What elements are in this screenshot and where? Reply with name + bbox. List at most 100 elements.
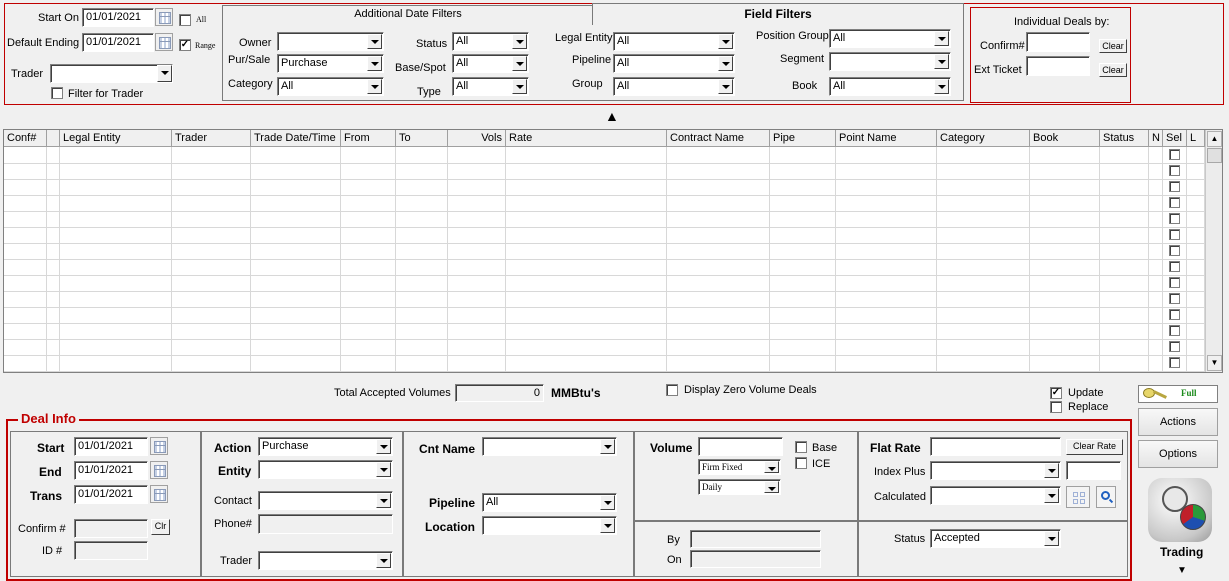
table-row[interactable]: [4, 356, 1205, 372]
legal-entity-filter-dropdown[interactable]: All: [613, 32, 735, 51]
table-row[interactable]: [4, 276, 1205, 292]
deals-grid[interactable]: Conf# Legal Entity Trader Trade Date/Tim…: [3, 129, 1223, 373]
table-row[interactable]: [4, 228, 1205, 244]
row-select-checkbox[interactable]: [1169, 357, 1180, 368]
row-select-checkbox[interactable]: [1169, 325, 1180, 336]
deal-trans-calendar-icon[interactable]: [150, 485, 168, 503]
deal-start-calendar-icon[interactable]: [150, 437, 168, 455]
segment-dropdown[interactable]: [829, 52, 951, 71]
cnt-name-dropdown[interactable]: [482, 437, 617, 456]
start-on-input[interactable]: 01/01/2021: [82, 8, 154, 27]
row-select-checkbox[interactable]: [1169, 149, 1180, 160]
col-vols[interactable]: Vols: [448, 130, 506, 147]
range-checkbox[interactable]: ✓: [179, 39, 191, 51]
group-filter-dropdown[interactable]: All: [613, 77, 735, 96]
type-dropdown[interactable]: All: [452, 77, 529, 96]
col-from[interactable]: From: [341, 130, 396, 147]
col-trade-date[interactable]: Trade Date/Time: [251, 130, 341, 147]
index-plus-dropdown[interactable]: [930, 461, 1061, 480]
base-checkbox[interactable]: [795, 441, 807, 453]
row-select-checkbox[interactable]: [1169, 245, 1180, 256]
col-category[interactable]: Category: [937, 130, 1030, 147]
deal-trans-input[interactable]: 01/01/2021: [74, 485, 148, 504]
status-filter-dropdown[interactable]: All: [452, 32, 529, 51]
col-l[interactable]: L: [1187, 130, 1205, 147]
table-row[interactable]: [4, 308, 1205, 324]
display-zero-checkbox[interactable]: [666, 384, 678, 396]
table-row[interactable]: [4, 180, 1205, 196]
pursale-dropdown[interactable]: Purchase: [277, 54, 384, 73]
ext-ticket-input[interactable]: [1026, 56, 1090, 76]
ice-checkbox[interactable]: [795, 457, 807, 469]
firm-type-dropdown[interactable]: Firm Fixed: [698, 459, 781, 475]
table-row[interactable]: [4, 244, 1205, 260]
col-sel[interactable]: Sel: [1163, 130, 1187, 147]
table-row[interactable]: [4, 164, 1205, 180]
start-on-calendar-icon[interactable]: [155, 8, 173, 26]
trading-down-icon[interactable]: ▼: [1177, 565, 1187, 576]
action-dropdown[interactable]: Purchase: [258, 437, 393, 456]
row-select-checkbox[interactable]: [1169, 181, 1180, 192]
basespot-dropdown[interactable]: All: [452, 54, 529, 73]
col-blank[interactable]: [47, 130, 60, 147]
table-row[interactable]: [4, 196, 1205, 212]
trader-filter-dropdown-arrow[interactable]: [154, 65, 172, 82]
table-row[interactable]: [4, 324, 1205, 340]
col-trader[interactable]: Trader: [172, 130, 251, 147]
deal-trader-dropdown[interactable]: [258, 551, 393, 570]
row-select-checkbox[interactable]: [1169, 341, 1180, 352]
col-rate[interactable]: Rate: [506, 130, 667, 147]
tab-additional-date-filters[interactable]: Additional Date Filters: [222, 5, 594, 23]
all-checkbox[interactable]: [179, 14, 191, 26]
table-row[interactable]: [4, 260, 1205, 276]
collapse-filters-icon[interactable]: ▲: [605, 108, 619, 124]
col-n[interactable]: N: [1149, 130, 1163, 147]
scroll-up-icon[interactable]: ▲: [1207, 131, 1222, 147]
update-checkbox[interactable]: ✓: [1050, 387, 1062, 399]
category-dropdown[interactable]: All: [277, 77, 384, 96]
default-ending-input[interactable]: 01/01/2021: [82, 33, 154, 52]
col-point-name[interactable]: Point Name: [836, 130, 937, 147]
formula-grid-icon[interactable]: [1066, 486, 1090, 508]
col-legal-entity[interactable]: Legal Entity: [60, 130, 172, 147]
col-conf[interactable]: Conf#: [4, 130, 47, 147]
deal-end-input[interactable]: 01/01/2021: [74, 461, 148, 480]
entity-dropdown[interactable]: [258, 460, 393, 479]
row-select-checkbox[interactable]: [1169, 277, 1180, 288]
row-select-checkbox[interactable]: [1169, 309, 1180, 320]
scroll-down-icon[interactable]: ▼: [1207, 355, 1222, 371]
row-select-checkbox[interactable]: [1169, 261, 1180, 272]
actions-button[interactable]: Actions: [1138, 408, 1218, 436]
table-row[interactable]: [4, 292, 1205, 308]
deal-start-input[interactable]: 01/01/2021: [74, 437, 148, 456]
confirm-clear-button[interactable]: Clear: [1099, 39, 1127, 53]
col-to[interactable]: To: [396, 130, 448, 147]
flat-rate-input[interactable]: [930, 437, 1061, 456]
scroll-thumb[interactable]: [1207, 148, 1222, 163]
table-row[interactable]: [4, 340, 1205, 356]
deal-end-calendar-icon[interactable]: [150, 461, 168, 479]
contact-dropdown[interactable]: [258, 491, 393, 510]
row-select-checkbox[interactable]: [1169, 165, 1180, 176]
col-status[interactable]: Status: [1100, 130, 1149, 147]
volume-input[interactable]: [698, 437, 783, 456]
deal-status-dropdown[interactable]: Accepted: [930, 529, 1061, 548]
row-select-checkbox[interactable]: [1169, 197, 1180, 208]
location-dropdown[interactable]: [482, 516, 617, 535]
index-plus-adder-input[interactable]: [1066, 461, 1121, 480]
row-select-checkbox[interactable]: [1169, 213, 1180, 224]
book-filter-dropdown[interactable]: All: [829, 77, 951, 96]
default-ending-calendar-icon[interactable]: [155, 33, 173, 51]
tab-field-filters[interactable]: Field Filters: [592, 3, 964, 25]
row-select-checkbox[interactable]: [1169, 229, 1180, 240]
col-pipe[interactable]: Pipe: [770, 130, 836, 147]
row-select-checkbox[interactable]: [1169, 293, 1180, 304]
trading-button[interactable]: Trading: [1138, 474, 1218, 566]
pipeline-filter-dropdown[interactable]: All: [613, 54, 735, 73]
options-button[interactable]: Options: [1138, 440, 1218, 468]
frequency-dropdown[interactable]: Daily: [698, 479, 781, 495]
col-contract-name[interactable]: Contract Name: [667, 130, 770, 147]
grid-vertical-scrollbar[interactable]: ▲ ▼: [1205, 130, 1222, 372]
position-group-dropdown[interactable]: All: [829, 29, 951, 48]
clear-rate-button[interactable]: Clear Rate: [1066, 439, 1123, 455]
